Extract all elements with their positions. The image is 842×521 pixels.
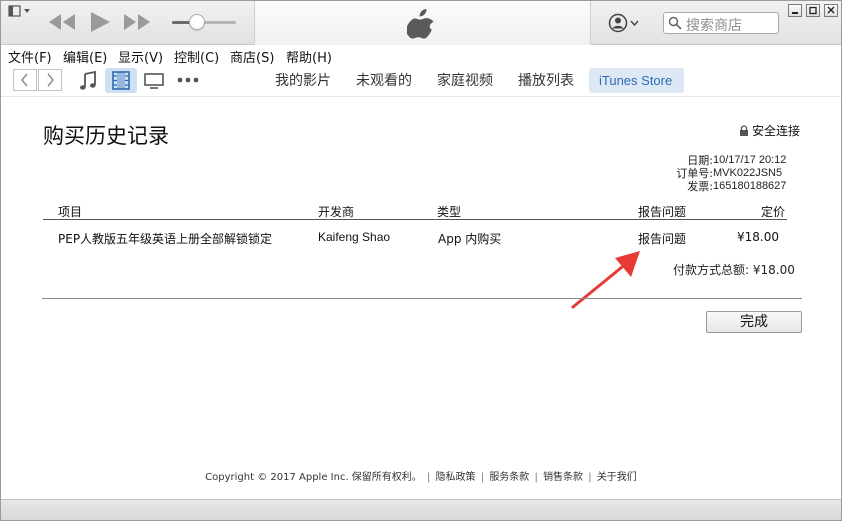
menu-store[interactable]: 商店(S) (230, 47, 274, 66)
page-title: 购买历史记录 (43, 124, 169, 148)
done-button[interactable]: 完成 (706, 311, 802, 333)
menu-file[interactable]: 文件(F) (8, 47, 52, 66)
menu-view[interactable]: 显示(V) (118, 47, 163, 66)
movies-button[interactable] (105, 68, 137, 93)
minimize-icon (792, 12, 798, 14)
receipt-meta: 日期: 10/17/17 20:12 订单号: MVK022JSN5 发票: 1… (641, 154, 791, 193)
close-button[interactable] (824, 4, 838, 17)
footer-link-about-us[interactable]: 关于我们 (597, 472, 637, 483)
footer: Copyright © 2017 Apple Inc. 保留所有权利。 | 隐私… (1, 468, 841, 483)
row-developer: Kaifeng Shao (318, 230, 391, 244)
search-icon (668, 16, 682, 30)
footer-link-privacy[interactable]: 隐私政策 (436, 472, 476, 483)
search-field[interactable]: 搜索商店 (663, 12, 779, 34)
toolbar: 搜索商店 (1, 1, 841, 45)
footer-link-terms-of-service[interactable]: 服务条款 (489, 472, 529, 483)
column-price: 定价 (761, 205, 786, 219)
itunes-window: 搜索商店 文件(F) 编辑(E) 显示(V) 控制(C) 商店(S) 帮助(H) (0, 0, 842, 521)
chevron-left-icon (21, 73, 28, 87)
menu-bar: 文件(F) 编辑(E) 显示(V) 控制(C) 商店(S) 帮助(H) (1, 45, 841, 66)
lock-icon (740, 125, 748, 136)
fast-forward-icon[interactable] (123, 13, 151, 31)
meta-invoice-value: 165180188627 (713, 180, 787, 192)
footer-separator: | (534, 472, 538, 483)
meta-date-key: 日期: (687, 154, 713, 167)
play-icon[interactable] (89, 11, 111, 33)
chevron-right-icon (47, 73, 54, 87)
column-report: 报告问题 (638, 205, 687, 219)
secure-connection-label: 安全连接 (752, 124, 801, 138)
maximize-button[interactable] (806, 4, 820, 17)
maximize-icon (809, 6, 817, 15)
forward-button[interactable] (38, 69, 62, 91)
footer-link-terms-of-sale[interactable]: 销售条款 (543, 472, 583, 483)
menu-controls[interactable]: 控制(C) (174, 47, 219, 66)
tab-itunes-store[interactable]: iTunes Store (589, 68, 684, 93)
meta-date-value: 10/17/17 20:12 (713, 154, 787, 166)
footer-separator: | (588, 472, 592, 483)
meta-order-key: 订单号: (676, 167, 713, 180)
row-type: App 内购买 (438, 232, 502, 246)
close-icon (827, 6, 835, 14)
footer-separator: | (427, 472, 431, 483)
meta-date: 日期: 10/17/17 20:12 (641, 154, 791, 167)
volume-slider-knob[interactable] (189, 14, 205, 30)
footer-separator: | (480, 472, 485, 483)
meta-order: 订单号: MVK022JSN5 (641, 167, 791, 180)
sidebar-toggle-icon[interactable] (8, 5, 32, 17)
footer-copyright: Copyright © 2017 Apple Inc. 保留所有权利。 (205, 472, 422, 483)
payment-total: 付款方式总额: ¥18.00 (673, 263, 795, 277)
menu-help[interactable]: 帮助(H) (286, 47, 332, 66)
column-type: 类型 (437, 205, 462, 219)
row-item: PEP人教版五年级英语上册全部解锁锁定 (58, 232, 273, 246)
search-placeholder: 搜索商店 (686, 18, 742, 34)
account-icon[interactable] (608, 13, 640, 33)
tab-home-videos[interactable]: 家庭视频 (437, 70, 493, 90)
back-button[interactable] (13, 69, 37, 91)
rewind-icon[interactable] (48, 13, 76, 31)
tab-itunes-store-label: iTunes Store (599, 73, 673, 88)
film-icon (112, 71, 130, 90)
tab-playlists[interactable]: 播放列表 (518, 70, 574, 90)
divider (42, 298, 802, 299)
minimize-button[interactable] (788, 4, 802, 17)
apple-logo-icon (407, 9, 434, 39)
music-icon[interactable] (79, 71, 97, 91)
tab-unwatched[interactable]: 未观看的 (356, 70, 412, 90)
meta-invoice: 发票: 165180188627 (641, 180, 791, 193)
more-icon[interactable] (177, 77, 199, 83)
column-item: 项目 (58, 205, 83, 219)
tab-my-movies[interactable]: 我的影片 (275, 70, 331, 90)
secure-connection: 安全连接 (739, 122, 800, 139)
annotation-arrow-icon (571, 251, 640, 309)
row-price: ¥18.00 (737, 230, 779, 244)
purchase-history-page: 购买历史记录 安全连接 日期: 10/17/17 20:12 订单号: MVK0… (1, 98, 841, 498)
menu-edit[interactable]: 编辑(E) (63, 47, 107, 66)
column-developer: 开发商 (318, 205, 355, 219)
meta-order-value: MVK022JSN5 (713, 167, 783, 179)
tv-icon[interactable] (144, 73, 164, 89)
table-header: 项目 开发商 类型 报告问题 定价 (43, 202, 787, 220)
meta-invoice-key: 发票: (687, 180, 713, 193)
nav-bar: 我的影片 未观看的 家庭视频 播放列表 iTunes Store (1, 65, 841, 97)
status-bar (1, 499, 841, 520)
